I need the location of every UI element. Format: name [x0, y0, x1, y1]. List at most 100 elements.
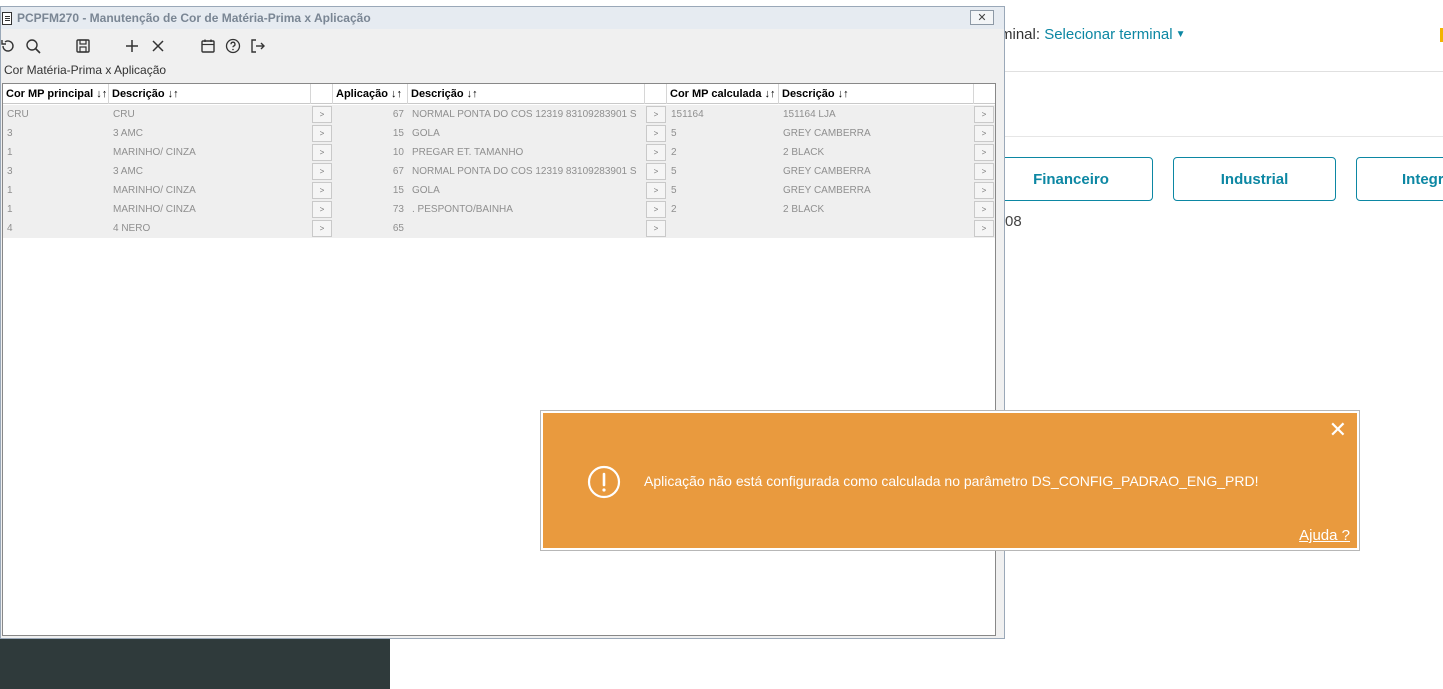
header-cor-mp-principal[interactable]: Cor MP principal ↓↑	[3, 84, 109, 104]
exit-icon[interactable]	[249, 37, 267, 55]
toast-message: Aplicação não está configurada como calc…	[644, 473, 1259, 489]
row-button-3[interactable]: >	[974, 125, 994, 142]
cell-aplicacao: 67	[392, 109, 404, 120]
table-row[interactable]: 1 MARINHO/ CINZA >10 PREGAR ET. TAMANHO >2 2 …	[3, 143, 995, 162]
header-descricao-3[interactable]: Descrição ↓↑	[779, 84, 974, 104]
cell-descricao-1: MARINHO/ CINZA	[113, 147, 196, 158]
terminal-label: minal:	[1000, 26, 1041, 43]
toast-close-icon[interactable]: ✕	[1329, 419, 1347, 441]
module-button-financeiro[interactable]: Financeiro	[989, 157, 1153, 201]
cell-descricao-3: 2 BLACK	[783, 204, 825, 215]
section-label: Cor Matéria-Prima x Aplicação	[4, 63, 167, 77]
cell-descricao-3: GREY CAMBERRA	[783, 166, 871, 177]
delete-icon[interactable]	[149, 37, 167, 55]
cell-descricao-2: GOLA	[412, 128, 440, 139]
cell-descricao-2: . PESPONTO/BAINHA	[412, 204, 513, 215]
header-aplicacao[interactable]: Aplicação ↓↑	[333, 84, 408, 104]
cell-descricao-1: MARINHO/ CINZA	[113, 204, 196, 215]
cell-cor-mp-principal: 1	[7, 185, 13, 196]
row-button-2[interactable]: >	[646, 220, 666, 237]
row-button-3[interactable]: >	[974, 106, 994, 123]
row-button-1[interactable]: >	[312, 201, 332, 218]
caret-down-icon[interactable]: ▼	[1176, 29, 1186, 40]
row-button-3[interactable]: >	[974, 182, 994, 199]
terminal-selector: minal: Selecionar terminal ▼	[1000, 26, 1186, 43]
cell-cor-mp-calculada: 2	[671, 204, 677, 215]
row-button-1[interactable]: >	[312, 125, 332, 142]
calendar-icon[interactable]	[199, 37, 217, 55]
cell-aplicacao: 73	[392, 204, 404, 215]
cell-descricao-1: 3 AMC	[113, 166, 144, 177]
header-descricao-2[interactable]: Descrição ↓↑	[408, 84, 645, 104]
header-spacer-2	[645, 84, 667, 104]
cell-cor-mp-principal: 1	[7, 147, 13, 158]
cell-descricao-3	[779, 219, 974, 238]
cell-descricao-3: GREY CAMBERRA	[783, 185, 871, 196]
help-icon[interactable]	[224, 37, 242, 55]
document-icon	[2, 11, 12, 25]
table-row[interactable]: 3 3 AMC >15 GOLA >5 GREY CAMBERRA >	[3, 124, 995, 143]
row-button-2[interactable]: >	[646, 163, 666, 180]
row-button-1[interactable]: >	[312, 163, 332, 180]
background-dark-panel	[0, 637, 390, 689]
cell-descricao-1: 3 AMC	[113, 128, 144, 139]
table-row[interactable]: 1 MARINHO/ CINZA >73 . PESPONTO/BAINHA >2 2 B…	[3, 200, 995, 219]
row-button-3[interactable]: >	[974, 163, 994, 180]
row-button-2[interactable]: >	[646, 182, 666, 199]
window-close-button[interactable]: ✕	[970, 10, 994, 25]
cell-descricao-1: CRU	[113, 109, 135, 120]
table-row[interactable]: 1 MARINHO/ CINZA >15 GOLA >5 GREY CAMBERRA >	[3, 181, 995, 200]
grid-header: Cor MP principal ↓↑ Descrição ↓↑ Aplicaç…	[3, 84, 995, 104]
save-icon[interactable]	[74, 37, 92, 55]
row-button-2[interactable]: >	[646, 201, 666, 218]
table-row[interactable]: 3 3 AMC >67 NORMAL PONTA DO COS 12319 83109…	[3, 162, 995, 181]
row-button-2[interactable]: >	[646, 106, 666, 123]
cell-cor-mp-principal: 1	[7, 204, 13, 215]
cell-cor-mp-calculada: 5	[671, 128, 677, 139]
cell-aplicacao: 10	[392, 147, 404, 158]
background-divider	[1000, 136, 1443, 137]
alert-circle-icon	[587, 465, 621, 499]
select-terminal-link[interactable]: Selecionar terminal	[1044, 26, 1172, 43]
header-descricao-1[interactable]: Descrição ↓↑	[109, 84, 311, 104]
refresh-icon[interactable]	[0, 37, 17, 55]
module-button-industrial[interactable]: Industrial	[1173, 157, 1336, 201]
cell-descricao-2: GOLA	[412, 185, 440, 196]
cell-descricao-1: 4 NERO	[113, 223, 151, 234]
module-button-integra[interactable]: Integra	[1356, 157, 1443, 201]
cell-cor-mp-calculada	[667, 219, 779, 238]
cell-cor-mp-calculada: 151164	[671, 109, 704, 120]
row-button-1[interactable]: >	[312, 144, 332, 161]
cell-cor-mp-principal: 3	[7, 128, 13, 139]
cell-cor-mp-calculada: 5	[671, 166, 677, 177]
add-icon[interactable]	[123, 37, 141, 55]
cell-cor-mp-principal: 4	[7, 223, 13, 234]
cell-descricao-2	[408, 219, 645, 238]
row-button-3[interactable]: >	[974, 220, 994, 237]
window-titlebar[interactable]: PCPFM270 - Manutenção de Cor de Matéria-…	[1, 7, 1004, 29]
row-button-2[interactable]: >	[646, 144, 666, 161]
header-spacer-1	[311, 84, 333, 104]
cell-descricao-2: NORMAL PONTA DO COS 12319 83109283901 S	[412, 109, 637, 120]
table-row[interactable]: 4 4 NERO >65 > >	[3, 219, 995, 238]
warning-toast: ✕ Aplicação não está configurada como ca…	[540, 410, 1360, 551]
search-icon[interactable]	[24, 37, 42, 55]
row-button-1[interactable]: >	[312, 182, 332, 199]
cell-descricao-3: 2 BLACK	[783, 147, 825, 158]
help-link[interactable]: Ajuda ?	[1299, 527, 1350, 544]
cell-descricao-1: MARINHO/ CINZA	[113, 185, 196, 196]
row-button-2[interactable]: >	[646, 125, 666, 142]
row-button-1[interactable]: >	[312, 106, 332, 123]
window-title: PCPFM270 - Manutenção de Cor de Matéria-…	[17, 11, 371, 25]
cell-aplicacao: 65	[392, 223, 404, 234]
header-cor-mp-calculada[interactable]: Cor MP calculada ↓↑	[667, 84, 779, 104]
cell-cor-mp-calculada: 5	[671, 185, 677, 196]
row-button-1[interactable]: >	[312, 220, 332, 237]
cell-descricao-2: PREGAR ET. TAMANHO	[412, 147, 524, 158]
cell-aplicacao: 15	[392, 128, 404, 139]
row-button-3[interactable]: >	[974, 201, 994, 218]
cell-cor-mp-principal: 3	[7, 166, 13, 177]
table-row[interactable]: CRU CRU >67 NORMAL PONTA DO COS 12319 83109…	[3, 105, 995, 124]
row-button-3[interactable]: >	[974, 144, 994, 161]
cell-cor-mp-calculada: 2	[671, 147, 677, 158]
